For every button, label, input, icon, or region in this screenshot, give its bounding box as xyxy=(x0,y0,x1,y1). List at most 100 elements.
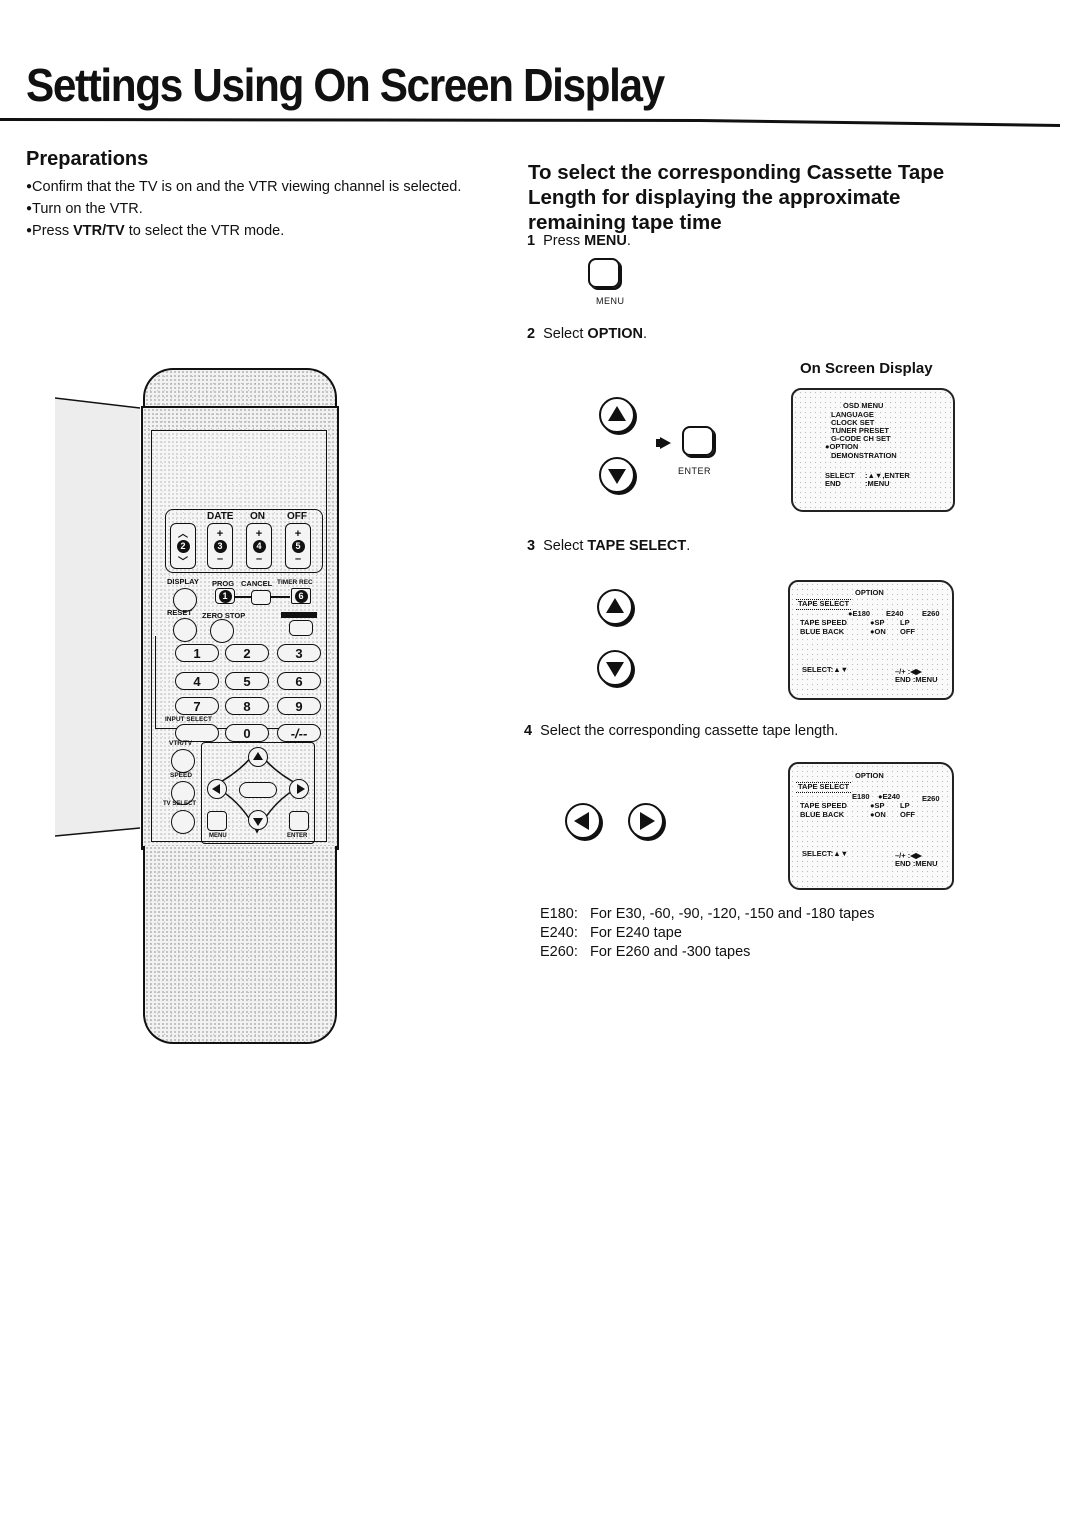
remote-timer-rec-button[interactable]: 6 xyxy=(291,588,311,604)
menu-key-caption: MENU xyxy=(596,296,625,306)
remote-cancel-button[interactable] xyxy=(251,590,271,605)
remote-vtr-tv-button[interactable] xyxy=(171,749,195,773)
remote-label-enter: ENTER xyxy=(287,833,308,839)
up-arrow-button-icon xyxy=(597,589,633,625)
title-underline xyxy=(0,118,1060,127)
remote-key-1[interactable]: 1 xyxy=(175,644,219,662)
chevron-up-icon: ︿ xyxy=(178,528,188,540)
step-number: 3 xyxy=(527,538,536,554)
tape-note-code: E240: xyxy=(540,925,578,941)
remote-key-9[interactable]: 9 xyxy=(277,697,321,715)
step-2: 2 Select OPTION. xyxy=(527,326,647,342)
remote-prog-button[interactable]: 1 xyxy=(215,588,235,604)
minus-icon: – xyxy=(216,552,224,565)
tape-note-code: E260: xyxy=(540,944,578,960)
remote-center-button[interactable] xyxy=(239,782,277,798)
osd-select-hint: SELECT:▲▼ xyxy=(802,849,849,858)
remote-key-dash[interactable]: -/-- xyxy=(277,724,321,742)
osd-select-hint: SELECT:▲▼ xyxy=(802,665,849,674)
remote-label-prog: PROG xyxy=(212,579,235,588)
remote-key-5[interactable]: 5 xyxy=(225,672,269,690)
osd-tape-option: E180 xyxy=(852,792,870,801)
remote-right-button[interactable] xyxy=(289,779,309,799)
osd-tape-option-selected: ●E180 xyxy=(848,609,871,618)
step-text: . xyxy=(626,233,631,249)
section-heading: To select the corresponding Cassette Tap… xyxy=(528,161,945,234)
osd-main-menu-screen: OSD MENU LANGUAGE CLOCK SET TUNER PRESET… xyxy=(791,388,955,512)
remote-off-button[interactable]: +5– xyxy=(285,523,311,569)
tape-note-desc: For E260 and -300 tapes xyxy=(590,944,751,960)
remote-key-8[interactable]: 8 xyxy=(225,697,269,715)
remote-label-vtr-tv: VTR/TV xyxy=(169,740,193,747)
prep-item-text: Press xyxy=(32,223,74,239)
prep-item-text: Confirm that the TV is on and the VTR vi… xyxy=(32,179,462,195)
osd-option-value: OFF xyxy=(900,810,915,819)
left-arrow-button-icon xyxy=(565,803,601,839)
osd-tape-select-label: TAPE SELECT xyxy=(796,599,852,610)
prep-item: ●Turn on the VTR. xyxy=(26,201,143,217)
remote-date-button[interactable]: +3– xyxy=(207,523,233,569)
step-key: OPTION xyxy=(587,326,644,342)
minus-icon: – xyxy=(255,552,263,565)
chevron-down-icon: ﹀ xyxy=(178,556,188,568)
prep-item: ●Confirm that the TV is on and the VTR v… xyxy=(26,179,462,195)
osd-tape-option: E180 xyxy=(852,609,871,618)
osd-menu-item: DEMONSTRATION xyxy=(831,451,897,460)
step-key: MENU xyxy=(584,233,627,249)
step-text: . xyxy=(686,538,691,554)
remote-channel-button[interactable]: ︿ 2 ﹀ xyxy=(170,523,196,569)
plus-icon: + xyxy=(255,527,263,540)
tape-note-desc: For E30, -60, -90, -120, -150 and -180 t… xyxy=(590,906,875,922)
remote-side-button[interactable] xyxy=(289,620,313,636)
circled-number: 1 xyxy=(218,589,232,603)
circled-number: 3 xyxy=(213,539,227,553)
remote-key-3[interactable]: 3 xyxy=(277,644,321,662)
remote-label-off: OFF xyxy=(287,511,307,522)
remote-left-button[interactable] xyxy=(207,779,227,799)
remote-key-0[interactable]: 0 xyxy=(225,724,269,742)
remote-up-button[interactable] xyxy=(248,747,268,767)
osd-tape-option: E240 xyxy=(882,792,901,801)
remote-label-menu: MENU xyxy=(209,833,227,839)
osd-tape-option: E260 xyxy=(922,794,940,803)
step-text: Select xyxy=(543,326,588,342)
osd-menu-item-label: OPTION xyxy=(829,442,859,451)
remote-tv-select-button[interactable] xyxy=(171,810,195,834)
remote-down-button[interactable] xyxy=(248,810,268,830)
osd-tape-select-label: TAPE SELECT xyxy=(796,782,852,793)
prep-item-text: Turn on the VTR. xyxy=(32,201,143,217)
remote-label-tv-select: TV SELECT xyxy=(163,801,197,807)
tape-note-code: E180: xyxy=(540,906,578,922)
step-4: 4 Select the corresponding cassette tape … xyxy=(524,723,838,739)
remote-menu-button[interactable] xyxy=(207,811,227,831)
step-text: . xyxy=(643,326,648,342)
plus-icon: + xyxy=(294,527,302,540)
osd-option-screen-step3: OPTION TAPE SELECT ●E180 E240 E260 TAPE … xyxy=(788,580,954,700)
remote-on-button[interactable]: +4– xyxy=(246,523,272,569)
remote-enter-button[interactable] xyxy=(289,811,309,831)
remote-control-illustration: DATE ON OFF ︿ 2 ﹀ +3– +4– +5– DISPLAY PROG… xyxy=(55,368,345,1048)
remote-key-2[interactable]: 2 xyxy=(225,644,269,662)
down-arrow-button-icon xyxy=(599,457,635,493)
osd-end-hint: END xyxy=(825,479,841,488)
step-text: Select xyxy=(543,538,588,554)
prep-item-key: VTR/TV xyxy=(73,223,125,239)
circled-number: 2 xyxy=(176,539,190,553)
remote-label-date: DATE xyxy=(207,511,234,522)
enter-key-icon xyxy=(682,426,714,456)
step-key: TAPE SELECT xyxy=(587,538,687,554)
remote-key-4[interactable]: 4 xyxy=(175,672,219,690)
remote-label-speed: SPEED xyxy=(170,772,193,779)
osd-option-value: SP xyxy=(874,801,885,810)
prep-item-text: to select the VTR mode. xyxy=(124,223,285,239)
remote-key-6[interactable]: 6 xyxy=(277,672,321,690)
remote-label-reset: RESET xyxy=(167,608,193,617)
osd-option-value: ON xyxy=(874,810,886,819)
osd-option-value: OFF xyxy=(900,627,915,636)
tape-note-row: E260: For E260 and -300 tapes xyxy=(540,943,875,962)
remote-key-7[interactable]: 7 xyxy=(175,697,219,715)
remote-label-input-select: INPUT SELECT xyxy=(165,716,212,723)
up-arrow-button-icon xyxy=(599,397,635,433)
osd-option-screen-step4: OPTION TAPE SELECT E180 ●E240 E260 TAPE … xyxy=(788,762,954,890)
step-text: Press xyxy=(543,233,585,249)
